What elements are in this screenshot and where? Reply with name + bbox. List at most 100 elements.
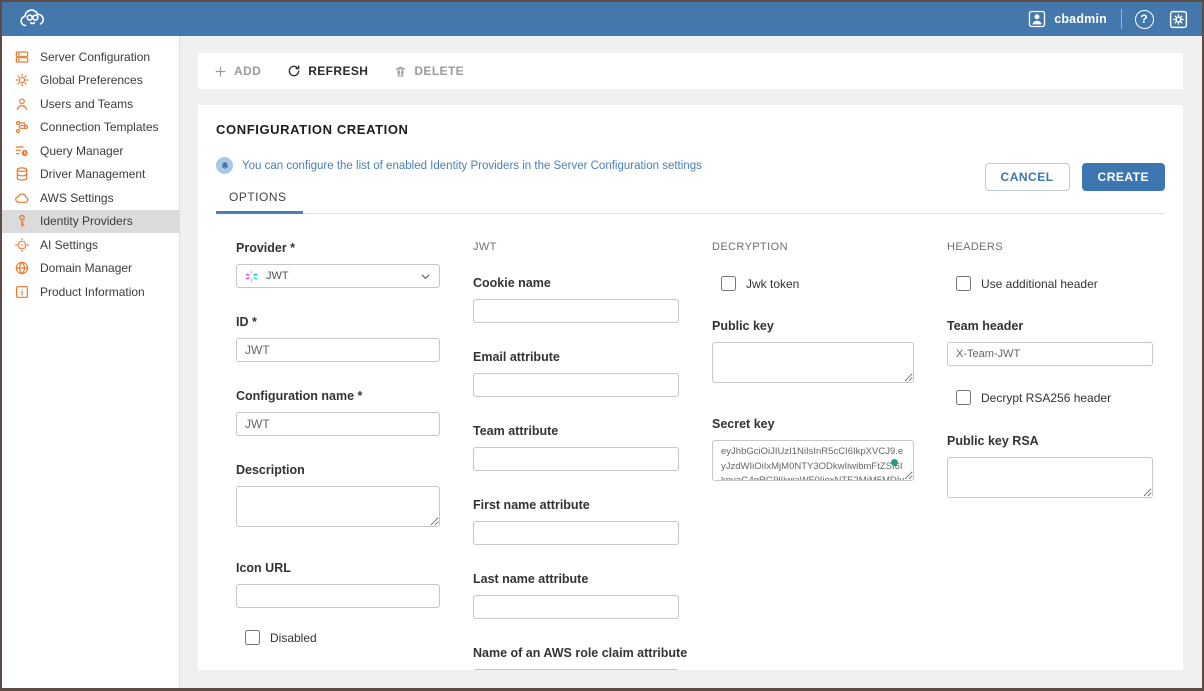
main-area: ADD REFRESH DELETE CONFIGURATION CREATIO… bbox=[180, 36, 1202, 688]
cookie-name-field[interactable] bbox=[473, 299, 679, 323]
add-button[interactable]: ADD bbox=[214, 64, 261, 78]
sidebar-item-label: Connection Templates bbox=[40, 120, 159, 134]
description-label: Description bbox=[236, 463, 440, 477]
last-name-attribute-field[interactable] bbox=[473, 595, 679, 619]
sidebar-item-domain-manager[interactable]: Domain Manager bbox=[2, 257, 179, 281]
public-key-label: Public key bbox=[712, 319, 914, 333]
app-window: cbadmin ? Server Configuration bbox=[0, 0, 1204, 691]
configuration-name-field[interactable] bbox=[236, 412, 440, 436]
trash-icon bbox=[394, 65, 407, 78]
cookie-name-label: Cookie name bbox=[473, 276, 679, 290]
top-bar: cbadmin ? bbox=[2, 2, 1202, 36]
secret-key-label: Secret key bbox=[712, 417, 914, 431]
aws-role-claim-attribute-label: Name of an AWS role claim attribute bbox=[473, 646, 679, 660]
cloudbeaver-logo-icon bbox=[18, 6, 48, 32]
admin-sidebar: Server Configuration Global Preferences … bbox=[2, 36, 180, 688]
panel-actions: CANCEL CREATE bbox=[985, 163, 1165, 191]
user-icon bbox=[1027, 9, 1047, 29]
globe-icon bbox=[14, 260, 30, 276]
id-label: ID * bbox=[236, 315, 440, 329]
cloud-icon bbox=[14, 190, 30, 206]
sidebar-item-label: Query Manager bbox=[40, 144, 123, 158]
help-button[interactable]: ? bbox=[1132, 7, 1156, 31]
public-key-rsa-field[interactable] bbox=[947, 457, 1153, 498]
user-icon bbox=[14, 96, 30, 112]
sidebar-item-product-information[interactable]: Product Information bbox=[2, 280, 179, 304]
headers-section-header: HEADERS bbox=[947, 241, 1153, 254]
use-additional-header-checkbox[interactable] bbox=[956, 276, 971, 291]
id-field[interactable] bbox=[236, 338, 440, 362]
sidebar-item-label: Domain Manager bbox=[40, 261, 132, 275]
create-button[interactable]: CREATE bbox=[1082, 163, 1165, 191]
aws-role-claim-attribute-field[interactable] bbox=[473, 669, 679, 670]
sidebar-item-global-preferences[interactable]: Global Preferences bbox=[2, 69, 179, 93]
public-key-rsa-label: Public key RSA bbox=[947, 434, 1153, 448]
cancel-button[interactable]: CANCEL bbox=[985, 163, 1070, 191]
sidebar-item-identity-providers[interactable]: Identity Providers bbox=[2, 210, 179, 234]
tab-options[interactable]: OPTIONS bbox=[216, 184, 303, 214]
public-key-field[interactable] bbox=[712, 342, 914, 383]
form-column-general: Provider * JWT ID * Confi bbox=[236, 241, 440, 670]
email-attribute-label: Email attribute bbox=[473, 350, 679, 364]
decrypt-rsa256-checkbox[interactable] bbox=[956, 390, 971, 405]
configuration-name-label: Configuration name * bbox=[236, 389, 440, 403]
sidebar-item-server-configuration[interactable]: Server Configuration bbox=[2, 45, 179, 69]
ai-chip-icon bbox=[14, 237, 30, 253]
content-area: Server Configuration Global Preferences … bbox=[2, 36, 1202, 688]
connections-icon bbox=[14, 119, 30, 135]
sidebar-item-label: Server Configuration bbox=[40, 50, 150, 64]
icon-url-field[interactable] bbox=[236, 584, 440, 608]
form-column-headers: HEADERS Use additional header Team heade… bbox=[947, 241, 1153, 670]
topbar-divider bbox=[1121, 9, 1122, 29]
disabled-checkbox-label[interactable]: Disabled bbox=[270, 631, 317, 645]
sidebar-item-query-manager[interactable]: Query Manager bbox=[2, 139, 179, 163]
username: cbadmin bbox=[1054, 12, 1107, 26]
bell-icon bbox=[216, 157, 233, 174]
jwk-token-checkbox-label[interactable]: Jwk token bbox=[746, 277, 799, 291]
sidebar-item-label: Driver Management bbox=[40, 167, 145, 181]
sidebar-item-ai-settings[interactable]: AI Settings bbox=[2, 233, 179, 257]
form-column-decryption: DECRYPTION Jwk token Public key Secret k… bbox=[712, 241, 914, 670]
sidebar-item-label: Product Information bbox=[40, 285, 145, 299]
provider-select[interactable]: JWT bbox=[236, 264, 440, 288]
sidebar-item-label: AI Settings bbox=[40, 238, 98, 252]
form-column-jwt: JWT Cookie name Email attribute Team att… bbox=[473, 241, 679, 670]
actions-toolbar: ADD REFRESH DELETE bbox=[198, 53, 1183, 89]
sidebar-item-label: Global Preferences bbox=[40, 73, 143, 87]
team-header-label: Team header bbox=[947, 319, 1153, 333]
use-additional-header-label[interactable]: Use additional header bbox=[981, 277, 1098, 291]
decrypt-rsa256-label[interactable]: Decrypt RSA256 header bbox=[981, 391, 1111, 405]
jwk-token-checkbox[interactable] bbox=[721, 276, 736, 291]
team-header-field[interactable] bbox=[947, 342, 1153, 366]
first-name-attribute-field[interactable] bbox=[473, 521, 679, 545]
sidebar-item-driver-management[interactable]: Driver Management bbox=[2, 163, 179, 187]
disabled-checkbox[interactable] bbox=[245, 630, 260, 645]
sidebar-item-connection-templates[interactable]: Connection Templates bbox=[2, 116, 179, 140]
sidebar-item-label: AWS Settings bbox=[40, 191, 114, 205]
sidebar-item-users-and-teams[interactable]: Users and Teams bbox=[2, 92, 179, 116]
refresh-button[interactable]: REFRESH bbox=[287, 64, 368, 78]
server-icon bbox=[14, 49, 30, 65]
jwt-section-header: JWT bbox=[473, 241, 679, 254]
refresh-icon bbox=[287, 64, 301, 78]
settings-button[interactable] bbox=[1166, 7, 1190, 31]
description-field[interactable] bbox=[236, 486, 440, 527]
provider-label: Provider * bbox=[236, 241, 440, 255]
team-attribute-field[interactable] bbox=[473, 447, 679, 471]
provider-value: JWT bbox=[266, 270, 412, 282]
team-attribute-label: Team attribute bbox=[473, 424, 679, 438]
info-text: You can configure the list of enabled Id… bbox=[242, 160, 702, 172]
secret-key-field[interactable]: eyJhbGciOiJIUzI1NiIsInR5cCI6IkpXVCJ9.eyJ… bbox=[712, 440, 914, 481]
topbar-actions: cbadmin ? bbox=[1023, 7, 1190, 31]
plus-icon bbox=[214, 65, 227, 78]
page-title: CONFIGURATION CREATION bbox=[216, 122, 1165, 137]
delete-button[interactable]: DELETE bbox=[394, 64, 464, 78]
jwt-logo-icon bbox=[245, 270, 258, 283]
chevron-down-icon bbox=[420, 271, 431, 282]
email-attribute-field[interactable] bbox=[473, 373, 679, 397]
sidebar-item-aws-settings[interactable]: AWS Settings bbox=[2, 186, 179, 210]
decryption-section-header: DECRYPTION bbox=[712, 241, 914, 254]
user-menu[interactable]: cbadmin bbox=[1023, 7, 1111, 31]
identity-provider-form: Provider * JWT ID * Confi bbox=[236, 241, 1165, 670]
configuration-creation-panel: CONFIGURATION CREATION You can configure… bbox=[198, 105, 1183, 670]
